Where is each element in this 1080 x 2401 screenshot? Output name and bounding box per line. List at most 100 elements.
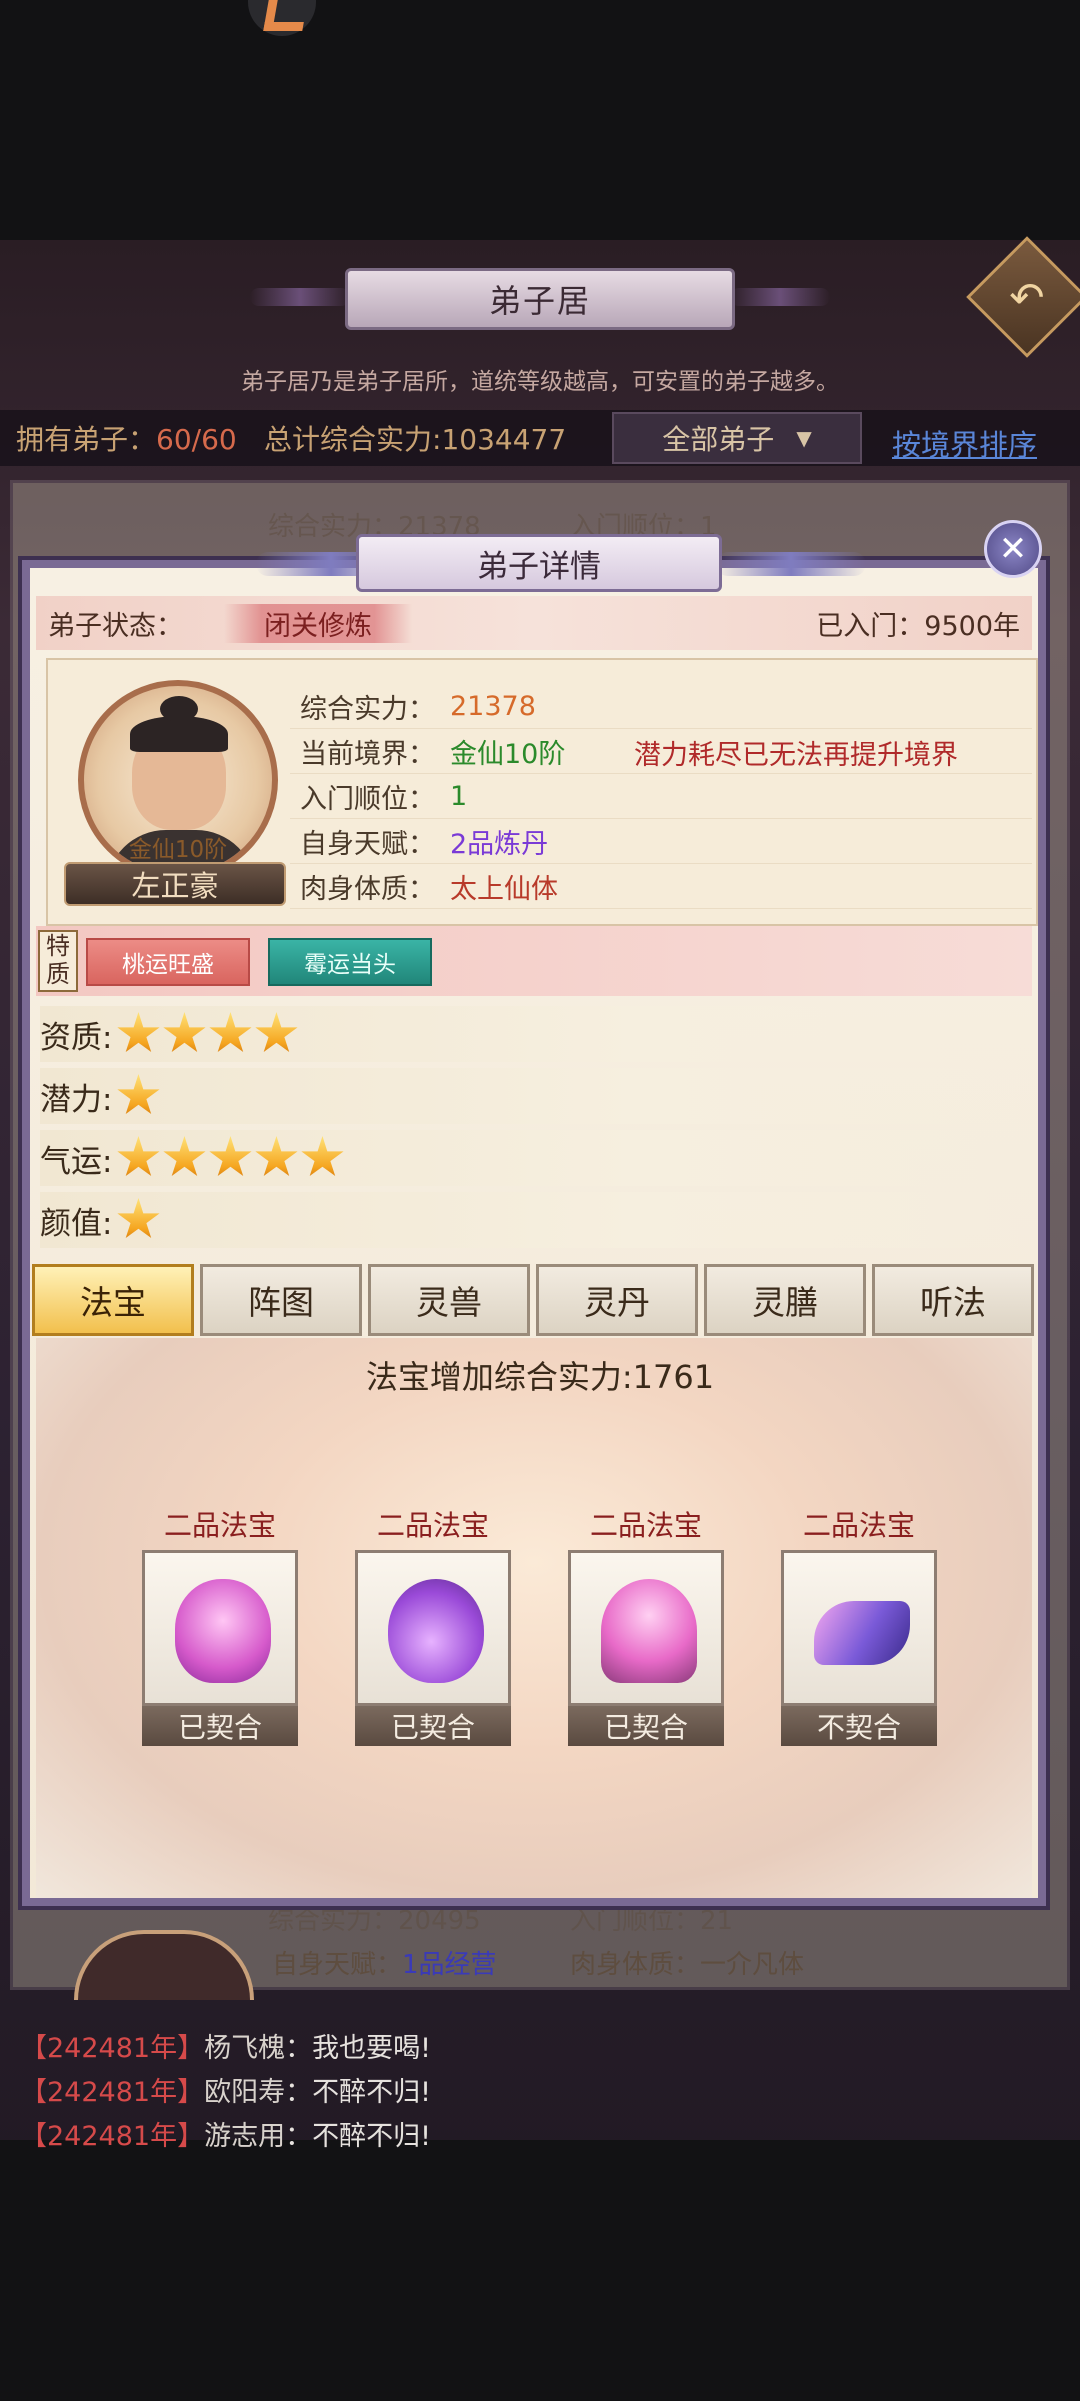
tab-spirit-meal[interactable]: 灵膳 [704, 1264, 866, 1336]
chat-name: 欧阳寿 [204, 2077, 286, 2108]
star-icon [163, 1136, 206, 1177]
star-icon [117, 1074, 160, 1115]
attr-row-potential: 潜力: [40, 1068, 1030, 1124]
tab-spirit-beast[interactable]: 灵兽 [368, 1264, 530, 1336]
treasure-slot-4[interactable]: 二品法宝 不契合 [781, 1504, 937, 1746]
attr-label: 颜值: [40, 1205, 113, 1242]
bg-row2-talent: 自身天赋：1品经营 [272, 1944, 497, 1981]
star-icon [163, 1012, 206, 1053]
disciple-count-value: 60/60 [156, 423, 237, 456]
chat-year: 【242481年】 [20, 2077, 205, 2108]
treasure-slot-1[interactable]: 二品法宝 已契合 [142, 1504, 298, 1746]
treasure-box [142, 1550, 298, 1706]
intro-text: 弟子居乃是弟子居所，道统等级越高，可安置的弟子越多。 [241, 369, 839, 395]
stat-label: 自身天赋： [300, 828, 435, 860]
chat-line: 【242481年】杨飞槐：我也要喝! [20, 2026, 431, 2065]
status-bar: 弟子状态： 闭关修炼 已入门：9500年 [36, 596, 1032, 650]
treasure-slot-2[interactable]: 二品法宝 已契合 [355, 1504, 511, 1746]
bonus-label: 法宝增加综合实力: [365, 1358, 633, 1396]
tab-lecture[interactable]: 听法 [872, 1264, 1034, 1336]
treasure-slot-3[interactable]: 二品法宝 已契合 [568, 1504, 724, 1746]
stat-label: 当前境界： [300, 738, 435, 770]
star-icon [301, 1136, 344, 1177]
chat-text: ：我也要喝! [285, 2033, 431, 2064]
disciple-count-label: 拥有弟子： [16, 423, 157, 456]
sort-by-realm-link[interactable]: 按境界排序 [892, 422, 1037, 464]
bell-treasure-icon [175, 1579, 271, 1683]
chat-name: 杨飞槐 [204, 2033, 286, 2064]
chat-line: 【242481年】欧阳寿：不醉不归! [20, 2070, 431, 2109]
filter-value: 全部弟子 [662, 423, 775, 456]
chat-text: ：不醉不归! [285, 2121, 431, 2152]
star-rating [116, 1198, 162, 1242]
stat-label: 肉身体质： [300, 873, 435, 905]
chat-text: ：不醉不归! [285, 2077, 431, 2108]
stat-value: 2品炼丹 [450, 828, 549, 860]
treasure-grade: 二品法宝 [589, 1509, 702, 1542]
bg-row2-talent-label: 自身天赋： [272, 1950, 403, 1980]
attr-label: 资质: [40, 1019, 113, 1056]
attr-label: 潜力: [40, 1081, 113, 1118]
stat-row-power: 综合实力： 21378 [290, 684, 1032, 729]
potential-warning: 潜力耗尽已无法再提升境界 [634, 740, 958, 771]
status-value: 闭关修炼 [224, 604, 412, 643]
stat-value: 21378 [450, 690, 536, 722]
attr-label: 气运: [40, 1143, 113, 1180]
disciple-count: 拥有弟子：60/60 [16, 418, 237, 458]
dropdown-arrow-icon: ▼ [796, 426, 812, 450]
total-power: 总计综合实力:1034477 [264, 418, 566, 458]
trait-badge-peach-luck[interactable]: 桃运旺盛 [86, 938, 250, 986]
total-power-value: 1034477 [441, 423, 567, 456]
star-icon [117, 1136, 160, 1177]
bg-row2-physique: 肉身体质：一介凡体 [570, 1950, 805, 1980]
trait-tag: 特质 [38, 930, 78, 992]
total-power-label: 总计综合实力: [264, 423, 442, 456]
chat-year: 【242481年】 [20, 2033, 205, 2064]
avatar-bun [160, 696, 198, 722]
treasure-box [355, 1550, 511, 1706]
treasure-grade: 二品法宝 [163, 1509, 276, 1542]
years-entered: 已入门：9500年 [816, 604, 1020, 643]
treasure-status: 已契合 [355, 1706, 511, 1746]
star-rating [116, 1074, 162, 1118]
modal-wing-right [716, 552, 866, 576]
stat-value: 金仙10阶 [450, 738, 566, 770]
treasure-grade: 二品法宝 [802, 1509, 915, 1542]
title-wing-right [730, 288, 830, 306]
stat-row-talent: 自身天赋： 2品炼丹 [290, 819, 1032, 864]
tab-treasure[interactable]: 法宝 [32, 1264, 194, 1336]
treasure-bonus: 法宝增加综合实力:1761 [0, 1352, 1080, 1398]
treasure-box [781, 1550, 937, 1706]
stat-label: 综合实力： [300, 693, 435, 725]
page-title: 弟子居 [345, 268, 735, 330]
disciple-name: 左正豪 [64, 862, 286, 906]
treasure-status: 已契合 [568, 1706, 724, 1746]
avatar-realm-label: 金仙10阶 [128, 837, 228, 863]
star-icon [209, 1136, 252, 1177]
tab-elixir[interactable]: 灵丹 [536, 1264, 698, 1336]
bottom-black-area [0, 2140, 1080, 2401]
ribbon-treasure-icon [814, 1601, 910, 1665]
lotus-treasure-icon [601, 1579, 697, 1683]
tab-formation[interactable]: 阵图 [200, 1264, 362, 1336]
stat-label: 入门顺位： [300, 783, 435, 815]
years-label: 已入门： [816, 610, 925, 642]
disciple-filter-select[interactable]: 全部弟子 ▼ [612, 412, 862, 464]
top-black-area [0, 0, 1080, 240]
attr-row-aptitude: 资质: [40, 1006, 1030, 1062]
chat-line: 【242481年】游志用：不醉不归! [20, 2114, 431, 2153]
treasure-status: 不契合 [781, 1706, 937, 1746]
close-icon: ✕ [998, 529, 1028, 569]
attr-row-fortune: 气运: [40, 1130, 1030, 1186]
star-icon [209, 1012, 252, 1053]
star-icon [117, 1012, 160, 1053]
status-label: 弟子状态： [48, 610, 183, 642]
stat-value: 1 [450, 780, 468, 812]
close-button[interactable]: ✕ [984, 520, 1042, 578]
title-wing-left [250, 288, 350, 306]
stat-list: 综合实力： 21378 当前境界： 金仙10阶 入门顺位： 1 自身天赋： 2品炼丹 肉… [290, 684, 1032, 909]
modal-title: 弟子详情 [356, 534, 722, 592]
trait-badge-bad-luck[interactable]: 霉运当头 [268, 938, 432, 986]
attr-row-looks: 颜值: [40, 1192, 1030, 1248]
treasure-status: 已契合 [142, 1706, 298, 1746]
